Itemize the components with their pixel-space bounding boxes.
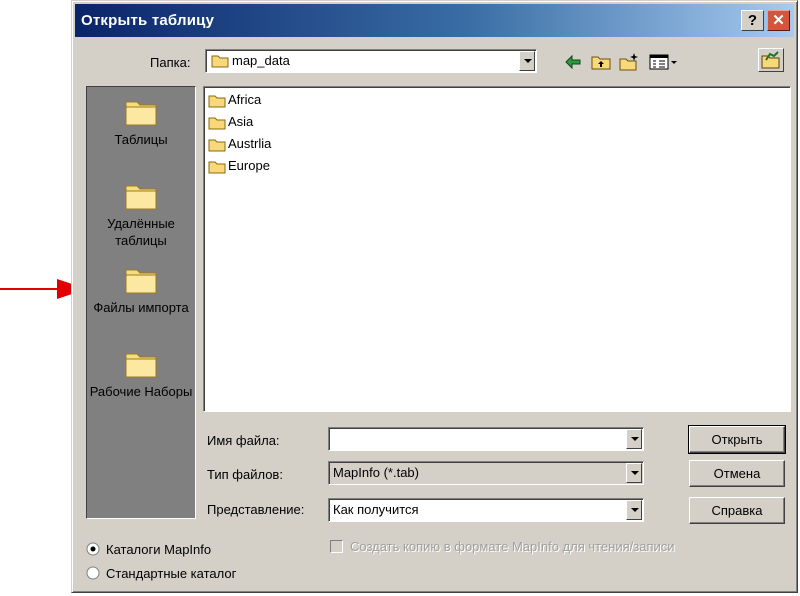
place-label: Таблицы (114, 132, 168, 147)
folder-value: map_data (232, 53, 290, 68)
view-select[interactable]: Как получится (328, 498, 644, 522)
filename-label: Имя файла: (207, 433, 280, 448)
folder-icon (211, 55, 229, 68)
view-menu-icon[interactable] (648, 52, 680, 72)
place-label: Рабочие Наборы (89, 384, 193, 399)
chevron-down-icon[interactable] (626, 429, 642, 449)
view-value: Как получится (333, 502, 419, 517)
find-folder-icon (761, 51, 780, 69)
place-label: Файлы импорта (93, 300, 189, 315)
dialog-title: Открыть таблицу (81, 12, 215, 29)
back-icon[interactable] (562, 52, 584, 72)
folder-icon (125, 185, 157, 210)
folder-select[interactable]: map_data (205, 49, 537, 73)
folder-icon (125, 101, 157, 126)
folder-icon (208, 95, 226, 108)
chevron-down-icon[interactable] (519, 51, 535, 71)
view-label: Представление: (207, 502, 305, 517)
title-bar[interactable]: Открыть таблицу ? ✕ (75, 4, 794, 37)
radio-mapinfo[interactable] (86, 542, 100, 556)
up-folder-icon[interactable] (590, 52, 612, 72)
folder-icon (208, 161, 226, 174)
place-label: Удалённые таблицы (107, 216, 175, 248)
filetype-label: Тип файлов: (207, 467, 283, 482)
list-item[interactable]: Asia (208, 112, 253, 132)
folder-icon (208, 117, 226, 130)
filetype-value: MapInfo (*.tab) (333, 465, 419, 480)
filetype-select[interactable]: MapInfo (*.tab) (328, 461, 644, 485)
find-folder-button[interactable] (758, 48, 784, 72)
file-name: Europe (228, 158, 270, 173)
folder-icon (125, 269, 157, 294)
copy-checkbox[interactable] (330, 540, 343, 553)
help-button[interactable]: Справка (689, 497, 785, 524)
place-remote-tables[interactable]: Удалённые таблицы (87, 181, 195, 249)
folder-icon (125, 353, 157, 378)
place-tables[interactable]: Таблицы (87, 97, 195, 148)
close-button[interactable]: ✕ (767, 10, 790, 31)
file-name: Austrlia (228, 136, 272, 151)
list-item[interactable]: Africa (208, 90, 261, 110)
open-table-dialog: Открыть таблицу ? ✕ Папка: map_data Табл… (71, 0, 798, 593)
annotation-arrow-line (0, 288, 60, 290)
radio-standard[interactable] (86, 566, 100, 580)
filename-input[interactable] (328, 427, 644, 451)
place-import-files[interactable]: Файлы импорта (87, 265, 195, 316)
list-item[interactable]: Europe (208, 156, 270, 176)
new-folder-icon[interactable] (618, 52, 640, 72)
radio-standard-label[interactable]: Стандартные каталог (106, 566, 236, 581)
folder-icon (208, 139, 226, 152)
copy-checkbox-label: Создать копию в формате MapInfo для чтен… (350, 539, 675, 554)
file-name: Asia (228, 114, 254, 129)
file-name: Africa (228, 92, 262, 107)
place-workspaces[interactable]: Рабочие Наборы (87, 349, 195, 400)
places-bar: Таблицы Удалённые таблицы Файлы импорта … (86, 86, 196, 519)
cancel-button[interactable]: Отмена (689, 460, 785, 487)
folder-label: Папка: (150, 55, 191, 70)
file-list[interactable]: Africa Asia Austrlia Europe (203, 86, 791, 412)
help-title-button[interactable]: ? (741, 10, 764, 31)
open-button[interactable]: Открыть (688, 425, 786, 454)
chevron-down-icon[interactable] (626, 500, 642, 520)
chevron-down-icon[interactable] (626, 463, 642, 483)
list-item[interactable]: Austrlia (208, 134, 271, 154)
radio-mapinfo-label[interactable]: Каталоги MapInfo (106, 542, 211, 557)
